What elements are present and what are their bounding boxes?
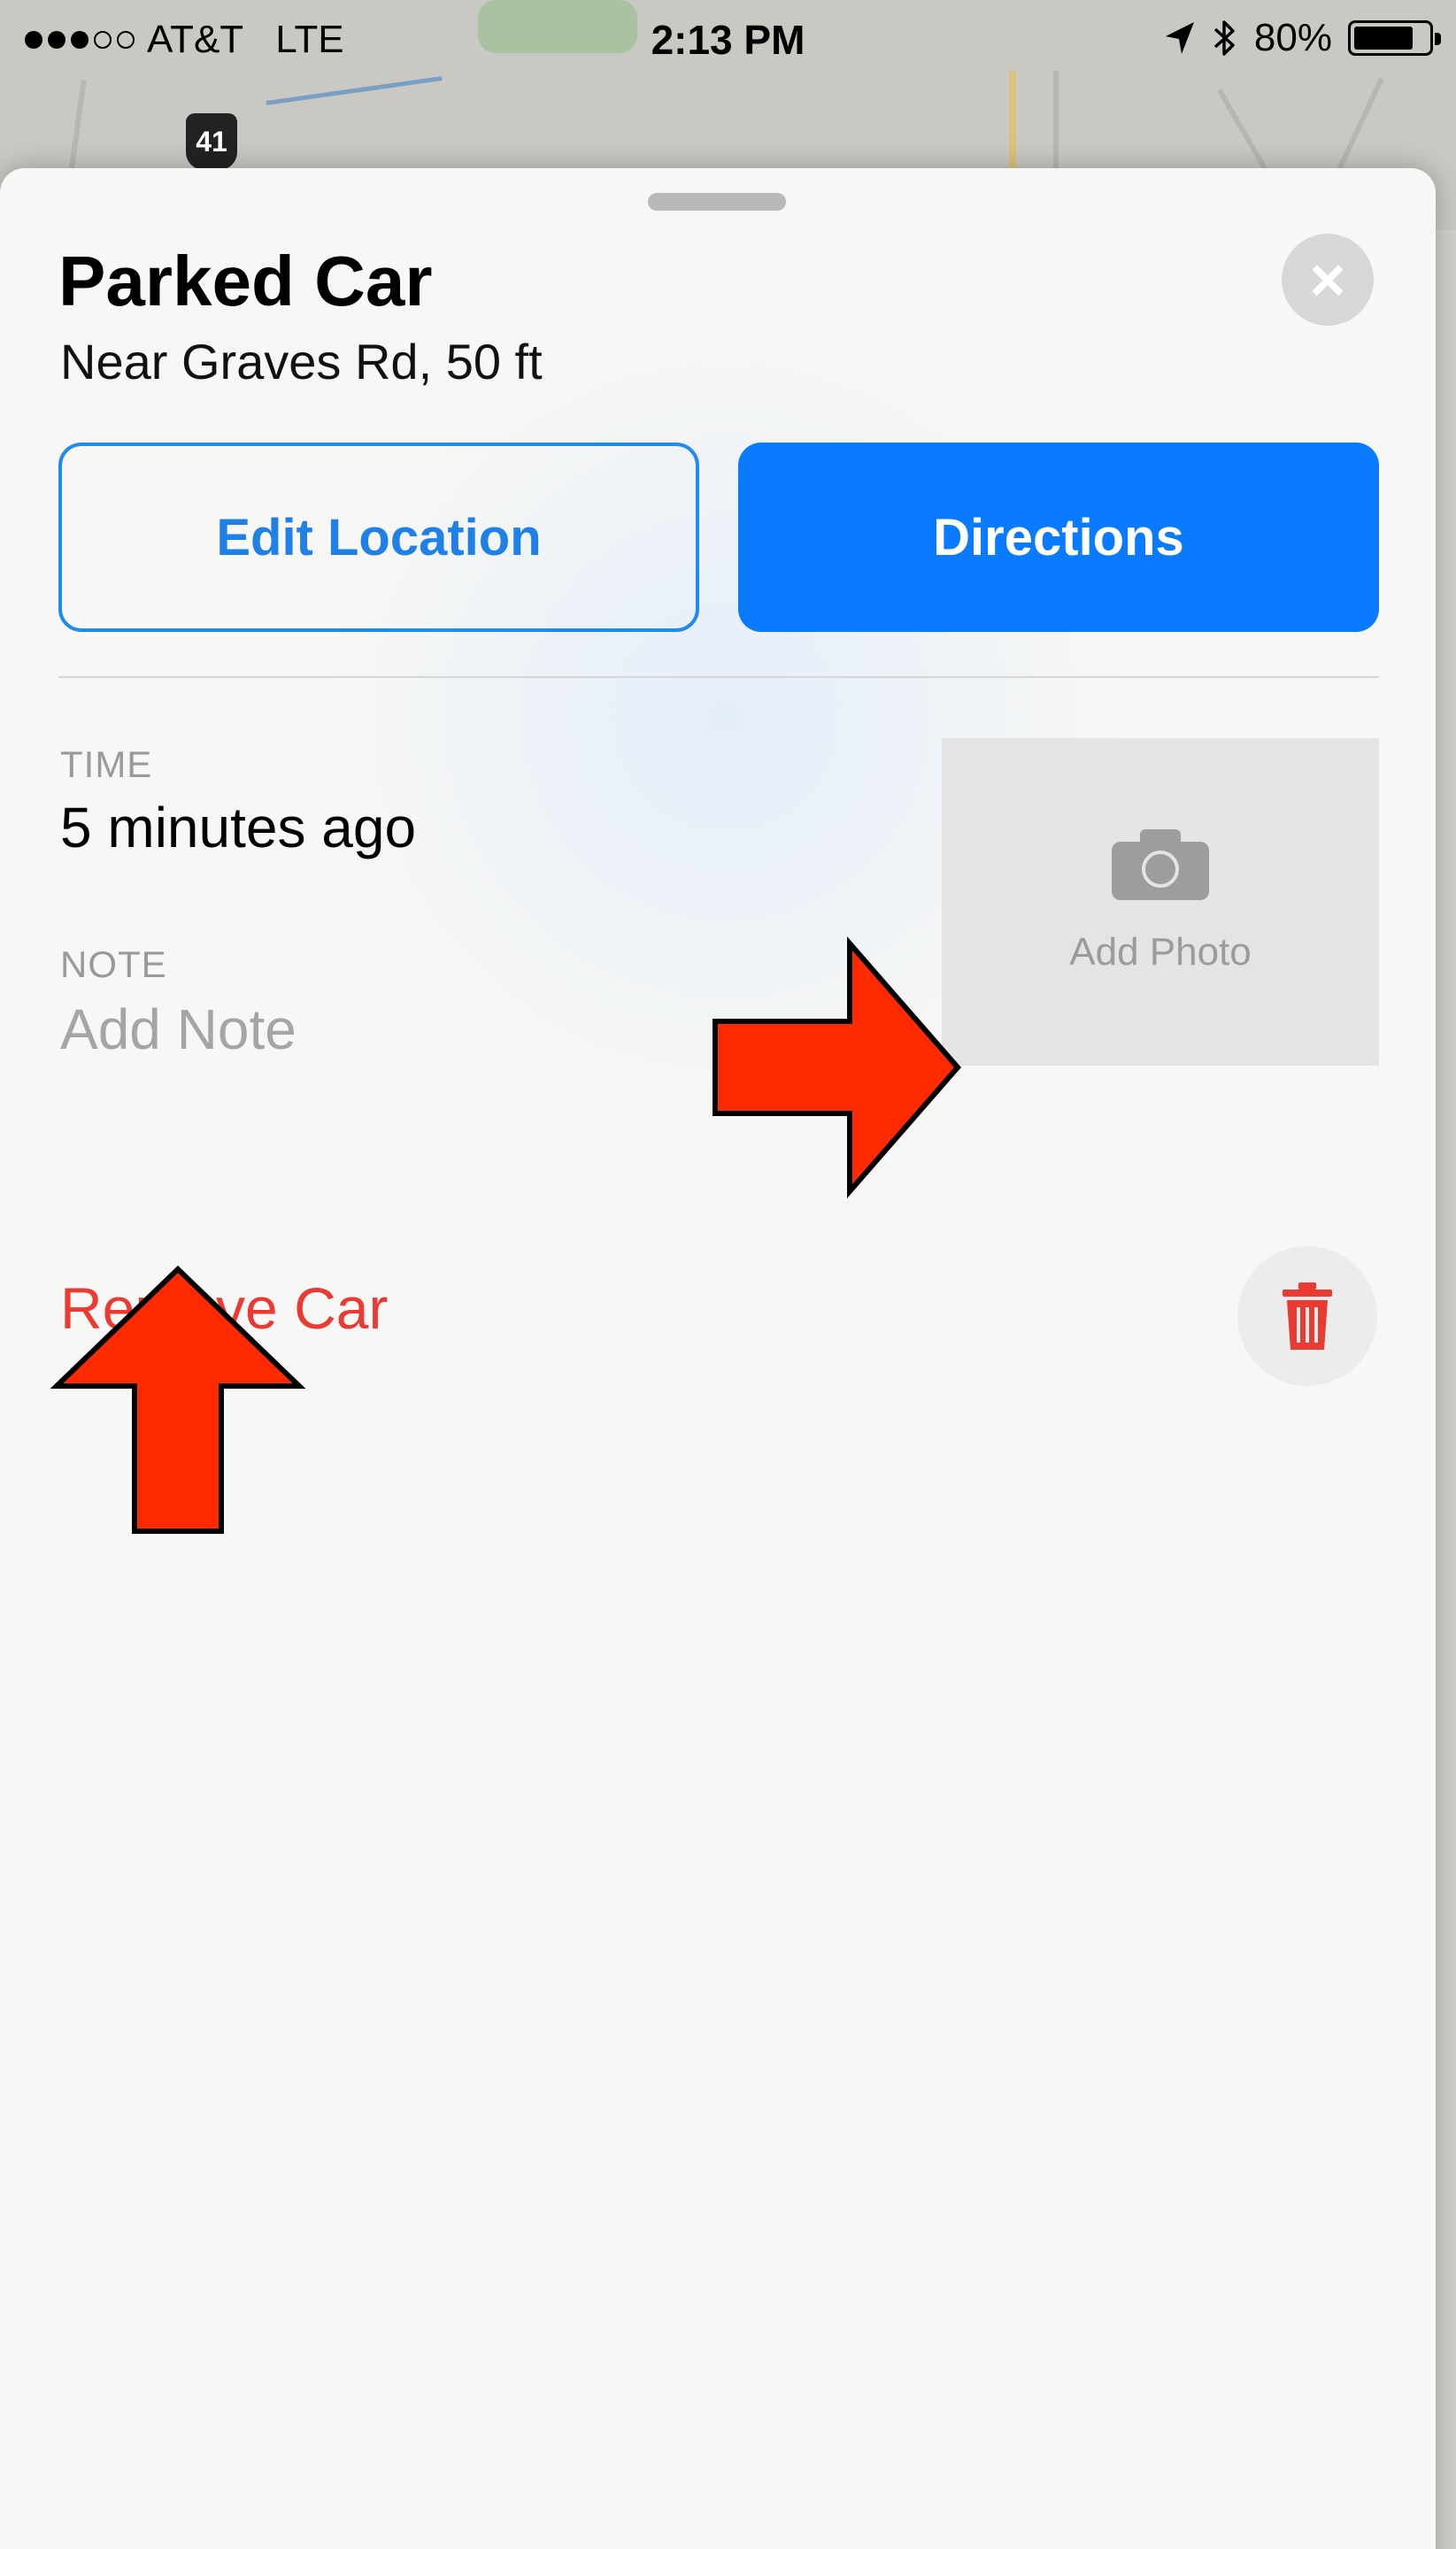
battery-level-fill <box>1354 27 1413 50</box>
directions-button[interactable]: Directions <box>738 443 1379 632</box>
time-value: 5 minutes ago <box>60 796 417 859</box>
status-bar: AT&T LTE 2:13 PM 80% <box>0 0 1456 76</box>
add-photo-button[interactable]: Add Photo <box>942 738 1379 1066</box>
battery-icon <box>1348 20 1441 56</box>
close-icon: × <box>1309 245 1346 314</box>
annotation-arrow-up <box>50 1265 306 1534</box>
bluetooth-icon <box>1213 20 1235 56</box>
battery-percent: 80% <box>1253 16 1332 59</box>
camera-icon <box>1112 829 1209 900</box>
parked-car-sheet: Parked Car Near Graves Rd, 50 ft × Edit … <box>0 168 1436 2549</box>
trash-button[interactable] <box>1237 1246 1377 1386</box>
sheet-title: Parked Car <box>58 242 433 320</box>
route-shield: 41 <box>186 113 237 170</box>
note-input[interactable]: Add Note <box>60 997 297 1062</box>
close-button[interactable]: × <box>1282 234 1374 326</box>
edit-location-button[interactable]: Edit Location <box>58 443 699 632</box>
screen: 41 AT&T LTE 2:13 PM 80% Parked Car Near … <box>0 0 1456 2549</box>
divider <box>58 676 1379 678</box>
sheet-subtitle: Near Graves Rd, 50 ft <box>60 334 543 389</box>
location-arrow-icon <box>1165 22 1194 54</box>
trash-icon <box>1283 1282 1332 1350</box>
add-photo-label: Add Photo <box>1069 930 1252 974</box>
sheet-grabber[interactable] <box>648 193 786 211</box>
note-label: NOTE <box>60 943 167 985</box>
time-label: TIME <box>60 743 153 785</box>
annotation-arrow-right <box>713 936 961 1199</box>
